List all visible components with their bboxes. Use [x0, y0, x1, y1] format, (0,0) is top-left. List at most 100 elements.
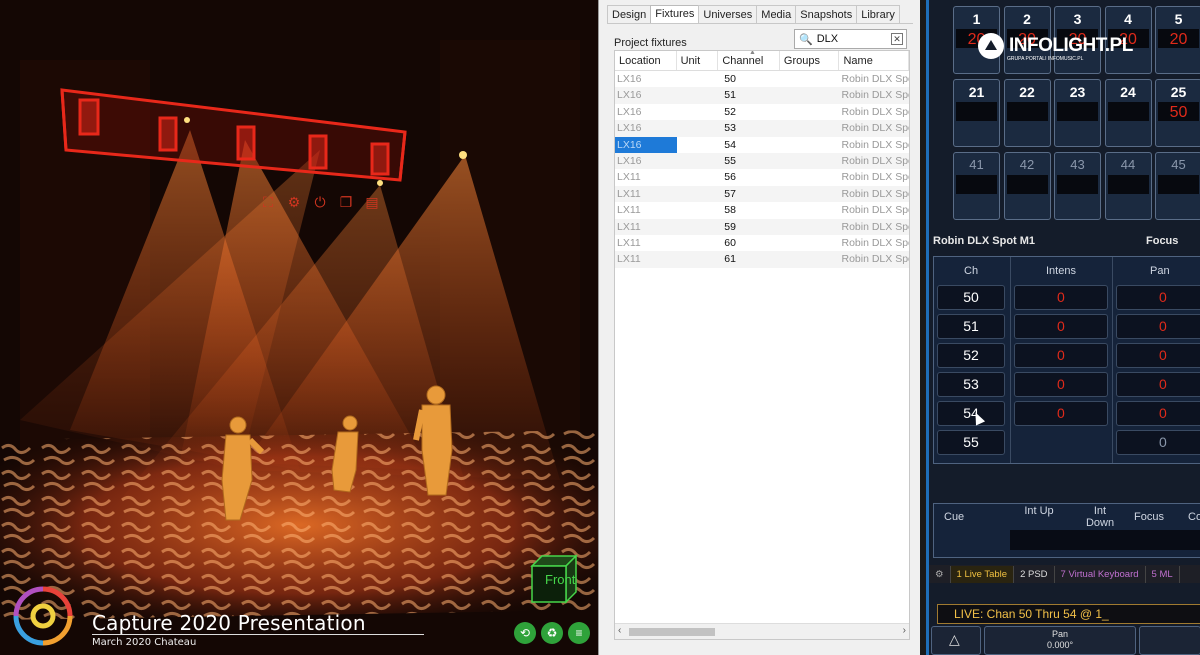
channel-tile[interactable]: 21: [953, 79, 1000, 147]
tab-design[interactable]: Design: [607, 5, 652, 24]
cell-name: Robin DLX Spot: [841, 253, 910, 266]
cue-row[interactable]: [1010, 530, 1200, 550]
tab-virtual-keyboard[interactable]: 7 Virtual Keyboard: [1055, 565, 1146, 583]
table-row[interactable]: LX16 55 Robin DLX Spot: [615, 152, 909, 170]
tile-channel-number: 43: [1070, 157, 1085, 172]
table-row[interactable]: LX11 61 Robin DLX Spot: [615, 251, 910, 268]
tab-live-table[interactable]: 1 Live Table: [950, 565, 1015, 583]
table-row[interactable]: LX11 57 Robin DLX Spot: [615, 185, 909, 203]
cell-channel: 57: [724, 187, 736, 200]
fixture-type-label: Robin DLX Spot M1: [933, 235, 1036, 247]
channel-tile[interactable]: 44: [1104, 152, 1152, 220]
tile-value-band: [1006, 175, 1048, 194]
pan-cell[interactable]: [1116, 343, 1200, 368]
tab-media[interactable]: Media: [756, 5, 797, 24]
table-row[interactable]: LX16 54 Robin DLX Spot: [615, 136, 909, 153]
gear-icon[interactable]: ⚙: [929, 565, 951, 583]
table-row[interactable]: LX11 58 Robin DLX Spot: [615, 202, 909, 218]
encoder-button[interactable]: [1139, 626, 1200, 655]
channel-tile[interactable]: 25 50: [1155, 79, 1200, 147]
panel-tabs: Design Fixtures Universes Media Snapshot…: [607, 5, 900, 24]
search-icon: 🔍: [799, 33, 813, 46]
cell-unit: [677, 104, 719, 120]
console-panel: 1 20 2 20 3 20 4 20 5 20 21 22 23 24 25 50 41 42 43 44 45 Ro…: [929, 0, 1200, 655]
channel-tile[interactable]: 45: [1155, 152, 1200, 220]
table-row[interactable]: LX16 51 Robin DLX Spot: [615, 87, 910, 104]
channel-table: Ch Intens Pan 50 0 0 51 0 0 52 0 0 53 0 0 54 0 0 55 0: [933, 256, 1200, 464]
cue-header-focus: Focus: [1134, 511, 1164, 523]
table-row[interactable]: LX11 59 Robin DLX Spot: [615, 218, 909, 235]
pan-cell[interactable]: [1116, 285, 1200, 310]
channel-number: 55: [963, 434, 979, 450]
search-input[interactable]: 🔍 DLX ✕: [794, 29, 907, 49]
channel-tile[interactable]: 42: [1003, 152, 1051, 220]
capture-logo-icon: [13, 586, 73, 646]
presentation-subtitle: March 2020 Chateau: [92, 637, 197, 648]
table-row[interactable]: LX11 56 Robin DLX Spot: [615, 169, 909, 185]
col-location[interactable]: Location: [615, 51, 677, 70]
cell-channel: 50: [724, 73, 736, 85]
intensity-value: 0: [1057, 318, 1065, 334]
col-groups[interactable]: Groups: [780, 51, 840, 70]
tab-snapshots[interactable]: Snapshots: [795, 5, 858, 24]
fit-icon[interactable]: ⛶: [258, 192, 278, 212]
pan-cell[interactable]: [1116, 372, 1200, 397]
tab-library[interactable]: Library: [856, 5, 900, 24]
tab-universes[interactable]: Universes: [698, 5, 758, 24]
table-row[interactable]: LX16 53 Robin DLX Spot: [615, 120, 909, 137]
command-line[interactable]: LIVE: Chan 50 Thru 54 @ 1_: [937, 604, 1200, 624]
pan-cell[interactable]: [1116, 314, 1200, 339]
channel-tile[interactable]: 24: [1104, 79, 1152, 147]
cell-name: Robin DLX Spot: [841, 89, 910, 102]
document-icon[interactable]: ▤: [362, 192, 382, 212]
pan-encoder[interactable]: Pan 0.000°: [984, 626, 1136, 655]
channel-tile[interactable]: 43: [1054, 152, 1101, 220]
menu-icon[interactable]: ≡: [568, 622, 590, 644]
intensity-value: 0: [1057, 347, 1065, 363]
clear-search-icon[interactable]: ✕: [891, 33, 903, 45]
intensity-value: 0: [1057, 376, 1065, 392]
recycle-icon[interactable]: ♻: [541, 622, 563, 644]
channel-tile[interactable]: 41: [953, 152, 1000, 220]
tab-fixtures[interactable]: Fixtures: [650, 5, 700, 24]
col-name[interactable]: Name: [839, 51, 909, 70]
tab-ml[interactable]: 5 ML: [1146, 565, 1180, 583]
cell-unit: [677, 71, 719, 87]
table-row[interactable]: LX16 50 Robin DLX Spot: [615, 71, 909, 87]
channel-tile[interactable]: 23: [1054, 79, 1101, 147]
table-row[interactable]: LX16 52 Robin DLX Spot: [615, 104, 909, 120]
table-row[interactable]: LX11 60 Robin DLX Spot: [615, 235, 909, 251]
pan-cell[interactable]: [1116, 401, 1200, 426]
title-underline: [92, 634, 424, 635]
cell-channel: 61: [724, 253, 736, 266]
watermark-text: INFOLIGHT.PL: [1009, 35, 1133, 56]
tile-value-band: [956, 175, 997, 194]
cue-header-int-up: Int Up: [1024, 505, 1054, 517]
infolight-watermark: INFOLIGHT.PL GRUPA PORTALI INFOMUSIC.PL: [977, 32, 1133, 62]
up-arrow-button[interactable]: △: [931, 626, 981, 655]
tile-channel-number: 44: [1120, 157, 1136, 172]
channel-number: 53: [963, 376, 979, 392]
cell-channel: 52: [724, 105, 736, 118]
power-icon[interactable]: ⏻: [310, 192, 330, 212]
tab-psd[interactable]: 2 PSD: [1014, 565, 1055, 583]
gear-icon[interactable]: ⚙: [284, 192, 304, 212]
cell-unit: [677, 202, 719, 218]
channel-tile[interactable]: 5 20: [1155, 6, 1200, 74]
visualizer-viewport[interactable]: ⛶ ⚙ ⏻ ❐ ▤ Capture 2020 Presentation Marc…: [0, 0, 598, 655]
pan-cell[interactable]: [1116, 430, 1200, 455]
horizontal-scrollbar[interactable]: ‹ ›: [615, 623, 909, 639]
col-unit[interactable]: Unit: [677, 51, 719, 70]
refresh-icon[interactable]: ⟲: [514, 622, 536, 644]
pan-value: 0: [1159, 376, 1167, 392]
col-divider: [1010, 257, 1011, 463]
tile-value-band: [1006, 102, 1048, 121]
scroll-right-icon[interactable]: ›: [903, 625, 906, 636]
scroll-left-icon[interactable]: ‹: [618, 625, 621, 636]
view-cube-label: Front: [545, 572, 576, 587]
cell-location: LX16: [617, 122, 642, 135]
copy-icon[interactable]: ❐: [336, 192, 356, 212]
channel-tile[interactable]: 22: [1003, 79, 1051, 147]
scroll-thumb[interactable]: [629, 628, 715, 636]
tile-value-band: [1107, 175, 1149, 194]
